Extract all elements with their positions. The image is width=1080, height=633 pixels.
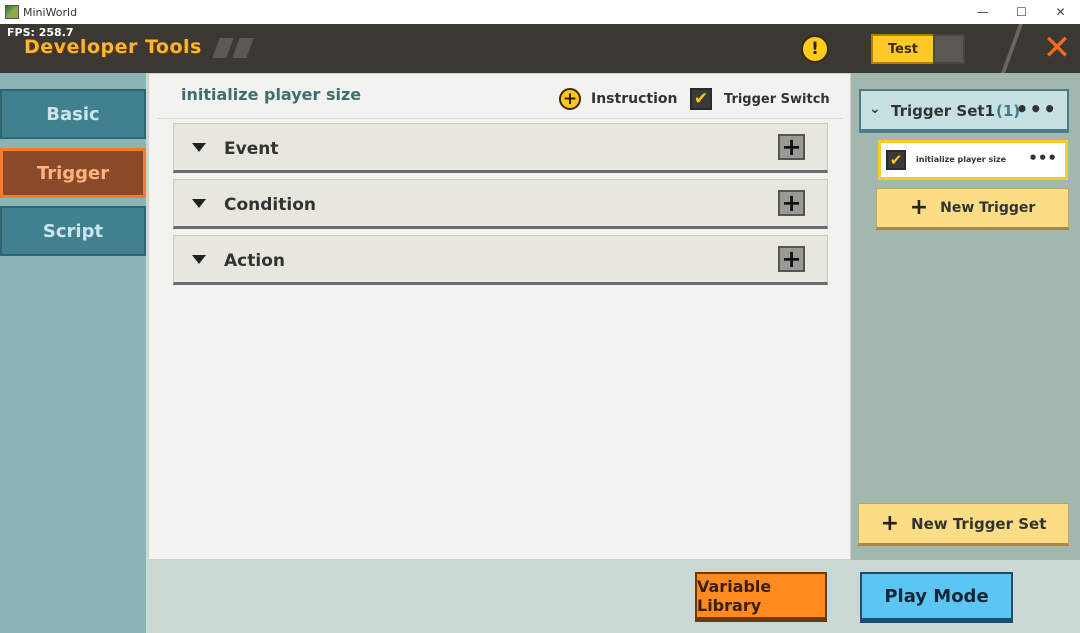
header-divider-line: [157, 118, 843, 119]
test-toggle-switch[interactable]: [933, 34, 965, 64]
checkbox-checked-icon[interactable]: ✔: [690, 88, 712, 110]
new-trigger-set-label: New Trigger Set: [911, 514, 1047, 533]
window-controls: — ☐ ✕: [963, 0, 1080, 24]
instruction-label: Instruction: [591, 91, 678, 107]
warning-icon[interactable]: !: [801, 35, 829, 63]
trigger-item-label: initialize player size: [916, 155, 1007, 164]
add-action-button[interactable]: +: [778, 246, 805, 272]
test-toggle-group: Test: [871, 34, 965, 64]
plus-icon: +: [880, 510, 900, 536]
triangle-down-icon[interactable]: [192, 255, 206, 264]
window-close-button[interactable]: ✕: [1041, 0, 1080, 24]
section-action[interactable]: Action +: [173, 235, 828, 285]
close-icon[interactable]: ✕: [1037, 27, 1077, 69]
section-condition[interactable]: Condition +: [173, 179, 828, 229]
test-button[interactable]: Test: [871, 34, 935, 64]
triangle-down-icon[interactable]: [192, 143, 206, 152]
page-title: Developer Tools: [24, 36, 202, 58]
minimize-button[interactable]: —: [963, 0, 1002, 24]
new-trigger-label: New Trigger: [940, 200, 1036, 216]
trigger-name[interactable]: initialize player size: [181, 85, 361, 104]
app-icon: [5, 5, 19, 19]
instruction-button[interactable]: + Instruction: [559, 88, 677, 110]
triangle-down-icon[interactable]: [192, 199, 206, 208]
trigger-editor-panel: initialize player size + Instruction ✔ T…: [148, 73, 851, 560]
new-trigger-button[interactable]: + New Trigger: [876, 188, 1069, 230]
trigger-list-item[interactable]: ✔ initialize player size •••: [878, 140, 1068, 180]
section-label: Condition: [224, 195, 316, 215]
checkbox-checked-icon[interactable]: ✔: [886, 150, 906, 170]
add-condition-button[interactable]: +: [778, 190, 805, 216]
new-trigger-set-button[interactable]: + New Trigger Set: [858, 503, 1069, 546]
maximize-button[interactable]: ☐: [1002, 0, 1041, 24]
trigger-switch-label: Trigger Switch: [724, 91, 830, 107]
more-options-icon[interactable]: •••: [1016, 97, 1057, 121]
trigger-set-header[interactable]: ⌄ Trigger Set1 (1) •••: [859, 89, 1069, 133]
left-navigation: Basic Trigger Script: [0, 73, 146, 633]
tab-script[interactable]: Script: [0, 206, 146, 256]
window-title: MiniWorld: [23, 5, 78, 19]
tab-basic[interactable]: Basic: [0, 89, 146, 139]
decorative-stripes: [212, 38, 256, 58]
trigger-set-name: Trigger Set1: [891, 102, 995, 120]
section-label: Event: [224, 139, 279, 159]
chevron-down-icon[interactable]: ⌄: [869, 101, 881, 117]
section-event[interactable]: Event +: [173, 123, 828, 173]
trigger-set-panel: ⌄ Trigger Set1 (1) ••• ✔ initialize play…: [851, 73, 1080, 560]
plus-icon: +: [909, 195, 929, 220]
play-mode-button[interactable]: Play Mode: [860, 572, 1013, 623]
section-label: Action: [224, 251, 285, 271]
variable-library-button[interactable]: Variable Library: [695, 572, 827, 622]
tab-trigger[interactable]: Trigger: [0, 148, 146, 198]
add-circle-icon: +: [559, 88, 581, 110]
trigger-switch[interactable]: ✔ Trigger Switch: [690, 88, 830, 110]
more-options-icon[interactable]: •••: [1028, 149, 1057, 167]
add-event-button[interactable]: +: [778, 134, 805, 160]
window-titlebar: MiniWorld — ☐ ✕: [0, 0, 1080, 24]
